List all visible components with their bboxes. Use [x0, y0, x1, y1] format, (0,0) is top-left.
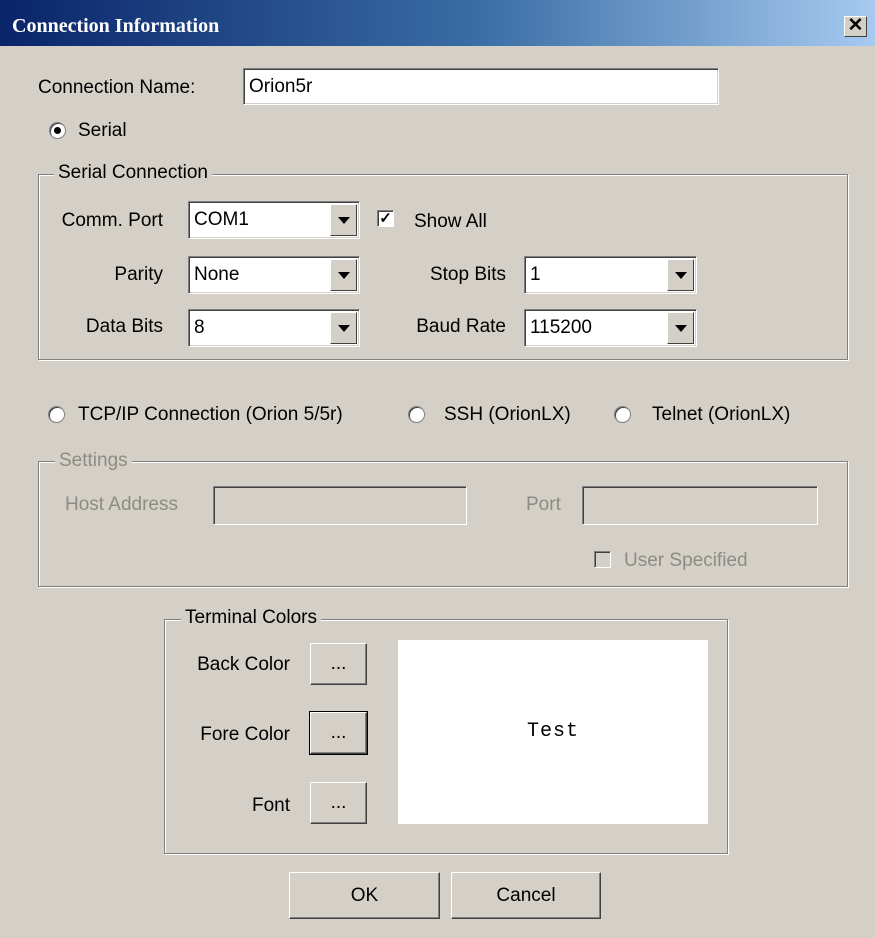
tcpip-radio-label[interactable]: TCP/IP Connection (Orion 5/5r) [78, 404, 343, 426]
host-address-label: Host Address [65, 494, 178, 515]
data-bits-value: 8 [194, 317, 205, 338]
connection-name-value: Orion5r [249, 75, 313, 97]
data-bits-label: Data Bits [85, 316, 163, 337]
serial-connection-legend: Serial Connection [54, 162, 212, 184]
radio-selected-dot [54, 127, 61, 134]
cancel-button[interactable]: Cancel [451, 872, 601, 919]
window-title: Connection Information [12, 15, 220, 37]
ok-button[interactable]: OK [289, 872, 440, 919]
baud-rate-dropdown-button[interactable] [667, 312, 694, 344]
show-all-checkbox[interactable]: ✓ [377, 210, 394, 227]
fore-color-button[interactable]: ... [309, 711, 368, 755]
serial-radio[interactable] [49, 122, 66, 139]
host-address-input[interactable] [213, 486, 467, 525]
show-all-label[interactable]: Show All [414, 211, 487, 233]
terminal-preview-text: Test [526, 720, 579, 743]
close-icon: ✕ [847, 15, 864, 36]
comm-port-dropdown-button[interactable] [330, 204, 357, 236]
serial-radio-label[interactable]: Serial [78, 120, 127, 142]
parity-dropdown[interactable]: None [188, 256, 360, 294]
data-bits-dropdown-button[interactable] [330, 312, 357, 344]
checkmark-icon: ✓ [379, 210, 392, 227]
stop-bits-dropdown[interactable]: 1 [524, 256, 697, 294]
back-color-button[interactable]: ... [310, 643, 367, 685]
font-button-label: ... [330, 792, 347, 813]
user-specified-label: User Specified [624, 550, 748, 571]
parity-label: Parity [114, 264, 163, 285]
baud-rate-label: Baud Rate [416, 316, 506, 337]
chevron-down-icon [674, 324, 687, 332]
ssh-radio[interactable] [408, 406, 425, 423]
user-specified-checkbox[interactable] [594, 551, 611, 568]
terminal-colors-legend: Terminal Colors [181, 607, 321, 629]
terminal-preview: Test [398, 640, 708, 824]
chevron-down-icon [337, 216, 350, 224]
data-bits-dropdown[interactable]: 8 [188, 309, 360, 347]
chevron-down-icon [337, 324, 350, 332]
parity-dropdown-button[interactable] [330, 259, 357, 291]
parity-value: None [194, 264, 240, 285]
baud-rate-dropdown[interactable]: 115200 [524, 309, 697, 347]
comm-port-value: COM1 [194, 209, 249, 230]
settings-legend: Settings [55, 450, 132, 472]
port-label: Port [526, 494, 561, 515]
fore-color-button-label: ... [330, 722, 347, 743]
telnet-radio-label[interactable]: Telnet (OrionLX) [652, 404, 790, 426]
connection-name-input[interactable]: Orion5r [243, 68, 719, 105]
chevron-down-icon [674, 271, 687, 279]
tcpip-radio[interactable] [48, 406, 65, 423]
back-color-label: Back Color [197, 654, 290, 675]
back-color-button-label: ... [330, 653, 347, 674]
telnet-radio[interactable] [614, 406, 631, 423]
close-button[interactable]: ✕ [844, 16, 867, 37]
stop-bits-dropdown-button[interactable] [667, 259, 694, 291]
comm-port-dropdown[interactable]: COM1 [188, 201, 360, 239]
stop-bits-label: Stop Bits [429, 264, 506, 285]
comm-port-label: Comm. Port [61, 210, 163, 231]
font-label: Font [251, 795, 290, 816]
baud-rate-value: 115200 [530, 317, 592, 338]
ssh-radio-label[interactable]: SSH (OrionLX) [444, 404, 571, 426]
stop-bits-value: 1 [530, 264, 541, 285]
fore-color-label: Fore Color [200, 724, 290, 745]
connection-name-label: Connection Name: [38, 77, 196, 98]
chevron-down-icon [337, 271, 350, 279]
font-button[interactable]: ... [310, 782, 367, 824]
port-input[interactable] [582, 486, 818, 525]
